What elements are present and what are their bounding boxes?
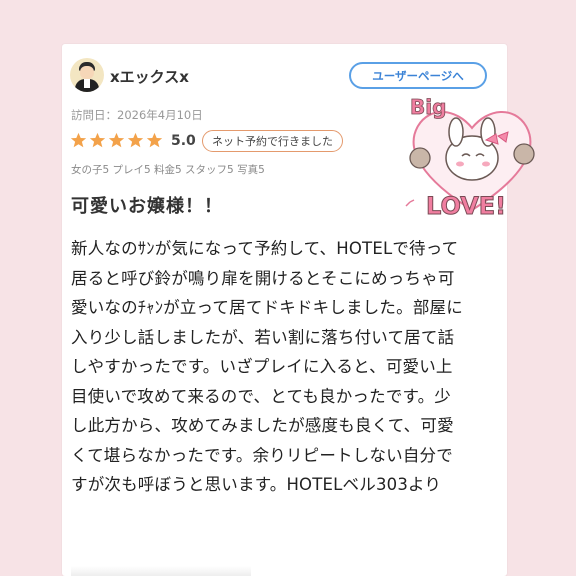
cut-off-text xyxy=(71,566,251,576)
star-icon xyxy=(127,132,144,148)
visit-date: 訪問日：2026年4月10日 xyxy=(71,108,203,122)
user-page-button[interactable]: ユーザーページへ xyxy=(349,62,487,89)
review-line: 目使いで攻めて来るので、とても良かったです。少 xyxy=(71,386,451,406)
review-line: 新人なのｻﾝが気になって予約して、HOTELで待って xyxy=(71,239,459,258)
review-line: 愛いなのﾁｬﾝが立って居てドキドキしました。部屋に xyxy=(71,298,463,317)
username[interactable]: xエックスx xyxy=(110,66,189,87)
rating-stars xyxy=(70,132,163,149)
review-line: すが次も呼ぼうと思います。HOTELベル303より xyxy=(71,475,442,494)
review-line: し此方から、攻めてみましたが感度も良くて、可愛 xyxy=(71,416,454,435)
sticker-text-top: Big xyxy=(410,95,446,119)
review-body: 新人なのｻﾝが気になって予約して、HOTELで待って 居ると呼び鈴が鳴り扉を開け… xyxy=(71,234,503,500)
star-icon xyxy=(89,132,106,148)
star-icon xyxy=(146,132,163,148)
love-sticker: Big LOVE! xyxy=(405,95,535,221)
sub-ratings: 女の子5 プレイ5 料金5 スタッフ5 写真5 xyxy=(71,164,265,176)
review-title: 可愛いお嬢様！！ xyxy=(71,196,223,217)
rating-score: 5.0 xyxy=(171,133,196,149)
review-line: 居ると呼び鈴が鳴り扉を開けるとそこにめっちゃ可 xyxy=(71,268,455,288)
star-icon xyxy=(108,132,125,148)
star-icon xyxy=(70,132,87,148)
sticker-text-bottom: LOVE! xyxy=(426,192,506,220)
booking-badge: ネット予約で行きました xyxy=(202,130,343,152)
review-line: 入り少し話しましたが、若い割に落ち付いて居て話 xyxy=(71,327,455,347)
avatar[interactable] xyxy=(70,58,104,92)
review-line: しやすかったです。いざプレイに入ると、可愛い上 xyxy=(71,357,453,376)
review-line: くて堪らなかったです。余りリピートしない自分で xyxy=(71,445,453,465)
